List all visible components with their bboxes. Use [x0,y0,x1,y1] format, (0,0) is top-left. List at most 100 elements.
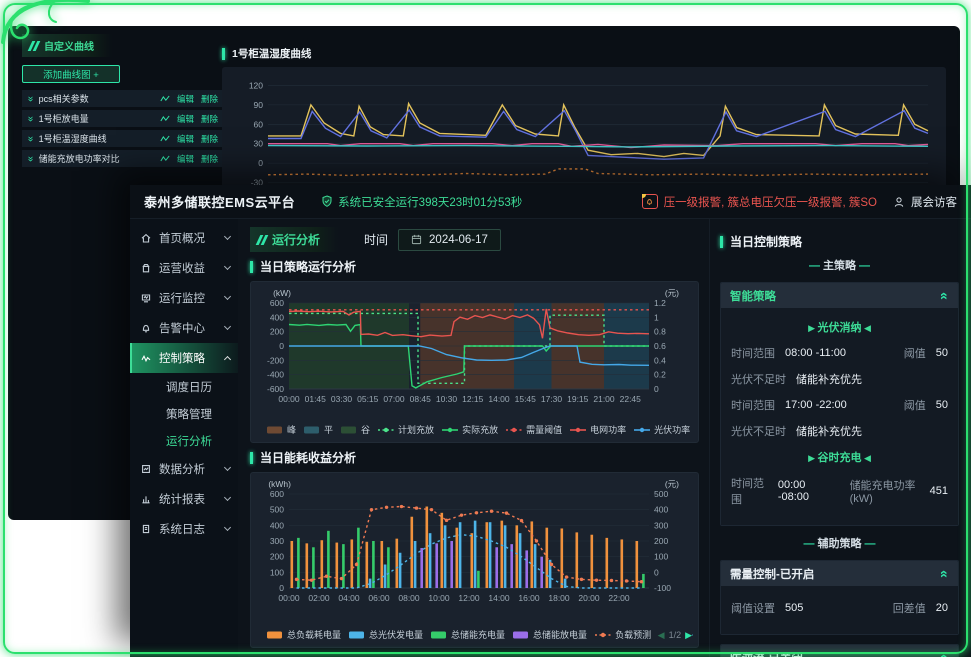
legend-label: 总储能放电量 [533,628,587,641]
legend-item[interactable]: 总负载耗电量 [267,628,341,641]
legend-item[interactable]: 总光伏发电量 [349,628,423,641]
monitor-icon [140,292,152,304]
svg-text:0.4: 0.4 [654,355,666,365]
anti-backflow-card: 防逆流-已关闭 « 阈值设置 30 回差值 10 [720,644,959,657]
legend-label: 光伏功率 [654,423,690,436]
svg-text:-400: -400 [267,370,284,380]
legend-swatch-icon [267,426,283,434]
svg-text:01:45: 01:45 [305,394,327,404]
legend-item[interactable]: 谷 [341,423,370,436]
edit-button[interactable]: 编辑 [177,133,194,145]
collapse-icon[interactable]: « [938,292,952,300]
sidebar-subitem-run-analysis[interactable]: 运行分析 [130,427,238,454]
legend-prev-icon[interactable]: ◀ [658,630,665,641]
svg-text:1: 1 [654,312,659,322]
alarm-bell-icon[interactable] [642,194,658,209]
sidebar-item-system-log[interactable]: 系统日志 [130,514,238,544]
delete-button[interactable]: 删除 [201,113,218,125]
energy-revenue-title: 当日能耗收益分析 [260,449,356,466]
chevron-double-down-icon: « [26,156,36,162]
curve-label: 1号柜温湿度曲线 [39,132,107,145]
safe-runtime-status: 系统已安全运行398天23时01分53秒 [321,194,522,210]
legend-item[interactable]: 峰 [267,423,296,436]
legend-item[interactable]: 需量阈值 [506,423,562,436]
tab-run-analysis[interactable]: 运行分析 [250,227,338,252]
strategy-run-chart: 6004002000-200-400-600(kW)1.210.80.60.40… [255,285,681,417]
demand-threshold-row: 阈值设置 505 回差值 20 [731,600,948,616]
svg-text:500: 500 [270,505,284,515]
curve-row[interactable]: «储能充放电功率对比 编辑删除 [22,150,224,167]
svg-text:0: 0 [279,341,284,351]
sidebar-item-home[interactable]: 首页概况 [130,223,238,253]
svg-text:60: 60 [254,119,264,129]
collapse-icon[interactable]: « [938,570,952,578]
user-menu[interactable]: 展会访客 [893,194,957,210]
legend-swatch-icon [267,631,283,639]
sidebar-subitem-strategy-management[interactable]: 策略管理 [130,400,238,427]
delete-button[interactable]: 删除 [201,133,218,145]
chevron-double-down-icon: « [26,96,36,102]
edit-button[interactable]: 编辑 [177,153,194,165]
legend-next-icon[interactable]: ▶ [685,630,692,641]
legend-item[interactable]: 光伏功率 [634,423,690,436]
calendar-icon [411,234,422,245]
chevron-down-icon [224,263,231,270]
legend-item[interactable]: 总储能放电量 [513,628,587,641]
curve-row[interactable]: «1号柜温湿度曲线编辑删除 [22,130,224,147]
svg-text:08:45: 08:45 [410,394,432,404]
sidebar-item-statistics-report[interactable]: 统计报表 [130,484,238,514]
curve-row[interactable]: «pcs相关参数 编辑删除 [22,90,224,107]
sidebar-item-alarm-center[interactable]: 告警中心 [130,313,238,343]
curve-preview-icon[interactable] [160,154,170,163]
svg-text:400: 400 [270,520,284,530]
sidebar-item-data-analysis[interactable]: 数据分析 [130,454,238,484]
sidebar-item-control-strategy[interactable]: 控制策略 [130,343,238,373]
custom-curves-title: 自定义曲线 [44,38,94,53]
curve-preview-icon[interactable] [160,114,170,123]
sidebar-nav: 首页概况运营收益运行监控告警中心控制策略调度日历策略管理运行分析数据分析统计报表… [130,219,238,657]
legend-item[interactable]: 总储能充电量 [431,628,505,641]
delete-button[interactable]: 删除 [201,153,218,165]
sidebar-item-revenue[interactable]: 运营收益 [130,253,238,283]
edit-button[interactable]: 编辑 [177,113,194,125]
curve-label: pcs相关参数 [39,92,89,105]
legend-swatch-icon [304,426,320,434]
svg-text:12:15: 12:15 [462,394,484,404]
curve-row[interactable]: «1号柜放电量编辑删除 [22,110,224,127]
svg-text:10:00: 10:00 [428,593,450,603]
chevron-down-icon [224,323,231,330]
alarm-ticker[interactable]: 压一级报警, 簇总电压欠压一级报警, 簇SO [642,194,877,210]
curve-preview-icon[interactable] [160,134,170,143]
legend-item[interactable]: 计划充放 [378,423,434,436]
sidebar-item-label: 告警中心 [159,320,218,336]
svg-text:-600: -600 [267,384,284,394]
sidebar-item-monitoring[interactable]: 运行监控 [130,283,238,313]
curve-label: 储能充放电功率对比 [39,152,120,165]
svg-text:17:30: 17:30 [541,394,563,404]
legend-item[interactable]: 电网功率 [570,423,626,436]
svg-text:(元): (元) [665,288,679,298]
sidebar-subitem-dispatch-calendar[interactable]: 调度日历 [130,373,238,400]
svg-text:(元): (元) [665,479,679,489]
pv-consume-mode: 光伏消纳 [731,319,948,335]
collapse-icon[interactable]: « [938,654,952,657]
legend-item[interactable]: 平 [304,423,333,436]
log-icon [140,523,152,535]
date-picker[interactable]: 2024-06-17 [398,229,501,251]
money-icon [140,262,152,274]
legend-line-icon [442,426,458,434]
legend-label: 电网功率 [590,423,626,436]
svg-text:21:00: 21:00 [593,394,615,404]
edit-button[interactable]: 编辑 [177,93,194,105]
shield-icon [321,195,333,208]
legend-label: 计划充放 [398,423,434,436]
delete-button[interactable]: 删除 [201,93,218,105]
add-curve-button[interactable]: 添加曲线图 + [22,65,120,83]
legend-label: 平 [324,423,333,436]
curve-preview-icon[interactable] [160,94,170,103]
legend-label: 总负载耗电量 [287,628,341,641]
legend-item[interactable]: 实际充放 [442,423,498,436]
svg-text:30: 30 [254,139,264,149]
svg-text:06:00: 06:00 [368,593,390,603]
custom-curves-tab[interactable]: 自定义曲线 [22,34,112,57]
